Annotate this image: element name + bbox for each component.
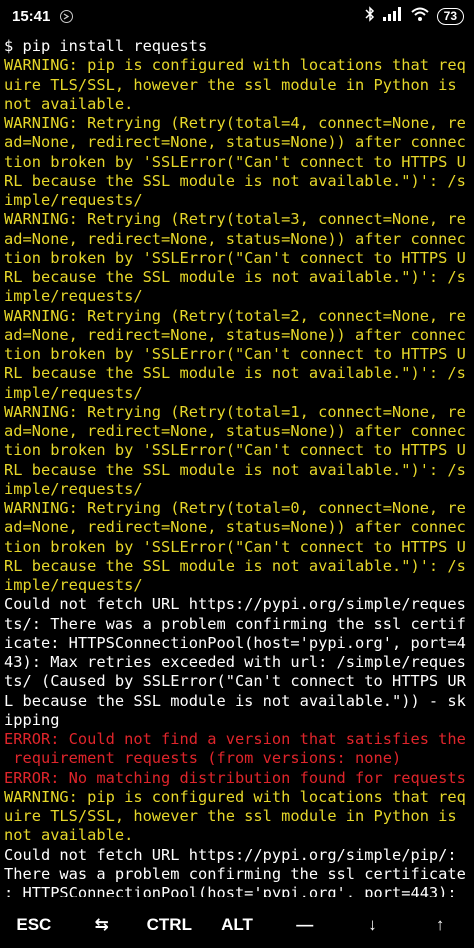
terminal-line: RL because the SSL module is not availab…	[4, 556, 466, 575]
terminal-line: Could not fetch URL https://pypi.org/sim…	[4, 595, 466, 614]
status-bar: 15:41 73	[0, 0, 474, 32]
terminal-line: WARNING: pip is configured with location…	[4, 787, 466, 806]
terminal-line: imple/requests/	[4, 287, 143, 306]
terminal-line: RL because the SSL module is not availab…	[4, 460, 466, 479]
terminal-line: RL because the SSL module is not availab…	[4, 364, 466, 383]
alt-key[interactable]: ALT	[203, 915, 271, 935]
terminal-line: There was a problem confirming the ssl c…	[4, 864, 466, 883]
terminal-line: tion broken by 'SSLError("Can't connect …	[4, 345, 466, 363]
terminal-line: requirement requests (from versions: non…	[4, 749, 402, 768]
terminal-line: imple/requests/	[4, 576, 143, 594]
tab-key[interactable]: ⇆	[68, 915, 136, 935]
terminal-line: WARNING: Retrying (Retry(total=1, connec…	[4, 402, 466, 421]
terminal-line: $ pip install requests	[4, 37, 208, 55]
wifi-icon	[410, 7, 429, 25]
battery-icon: 73	[436, 7, 464, 25]
terminal-line: 43): Max retries exceeded with url: /sim…	[4, 653, 466, 671]
terminal-line: ad=None, redirect=None, status=None)) af…	[4, 518, 466, 537]
terminal-line: Could not fetch URL https://pypi.org/sim…	[4, 845, 457, 864]
terminal-line: imple/requests/	[4, 191, 143, 209]
extra-keys-bar: ESC ⇆ CTRL ALT — ↓ ↑	[0, 902, 474, 948]
terminal-line: imple/requests/	[4, 383, 143, 402]
terminal-line: ad=None, redirect=None, status=None)) af…	[4, 422, 466, 440]
terminal-line: ad=None, redirect=None, status=None)) af…	[4, 133, 466, 152]
terminal-line: not available.	[4, 94, 134, 113]
terminal-line: WARNING: Retrying (Retry(total=2, connec…	[4, 306, 466, 325]
terminal-line: uire TLS/SSL, however the ssl module in …	[4, 75, 457, 94]
terminal-line: WARNING: Retrying (Retry(total=3, connec…	[4, 210, 466, 229]
signal-icon	[382, 7, 403, 25]
terminal-line: tion broken by 'SSLError("Can't connect …	[4, 441, 466, 460]
arrow-up-key[interactable]: ↑	[406, 915, 474, 935]
terminal-line: ipping	[4, 710, 60, 729]
terminal-line: WARNING: pip is configured with location…	[4, 56, 466, 75]
terminal-line: L because the SSL module is not availabl…	[4, 691, 466, 710]
arrow-down-key[interactable]: ↓	[339, 915, 407, 935]
terminal-line: tion broken by 'SSLError("Can't connect …	[4, 152, 466, 171]
terminal-line: RL because the SSL module is not availab…	[4, 268, 466, 286]
status-time: 15:41	[12, 7, 51, 25]
terminal-line: uire TLS/SSL, however the ssl module in …	[4, 807, 457, 825]
bluetooth-icon	[365, 6, 375, 26]
terminal-line: ERROR: No matching distribution found fo…	[4, 768, 466, 787]
terminal-line: ad=None, redirect=None, status=None)) af…	[4, 229, 466, 248]
dash-key[interactable]: —	[271, 915, 339, 935]
ctrl-key[interactable]: CTRL	[135, 915, 203, 935]
terminal-line: : HTTPSConnectionPool(host='pypi.org', p…	[4, 884, 457, 897]
terminal-line: imple/requests/	[4, 479, 143, 498]
terminal-line: tion broken by 'SSLError("Can't connect …	[4, 537, 466, 556]
terminal-line: RL because the SSL module is not availab…	[4, 171, 466, 190]
terminal-line: ERROR: Could not find a version that sat…	[4, 730, 466, 748]
terminal-line: WARNING: Retrying (Retry(total=0, connec…	[4, 499, 466, 517]
terminal-line: WARNING: Retrying (Retry(total=4, connec…	[4, 114, 466, 132]
terminal-line: not available.	[4, 826, 134, 845]
terminal-line: icate: HTTPSConnectionPool(host='pypi.or…	[4, 633, 466, 652]
terminal-line: tion broken by 'SSLError("Can't connect …	[4, 248, 466, 267]
terminal-output[interactable]: $ pip install requests WARNING: pip is co…	[4, 37, 472, 897]
notification-icon	[60, 9, 74, 23]
terminal-line: ts/ (Caused by SSLError("Can't connect t…	[4, 672, 466, 691]
esc-key[interactable]: ESC	[0, 915, 68, 935]
terminal-line: ts/: There was a problem confirming the …	[4, 614, 466, 633]
terminal-line: ad=None, redirect=None, status=None)) af…	[4, 325, 466, 344]
